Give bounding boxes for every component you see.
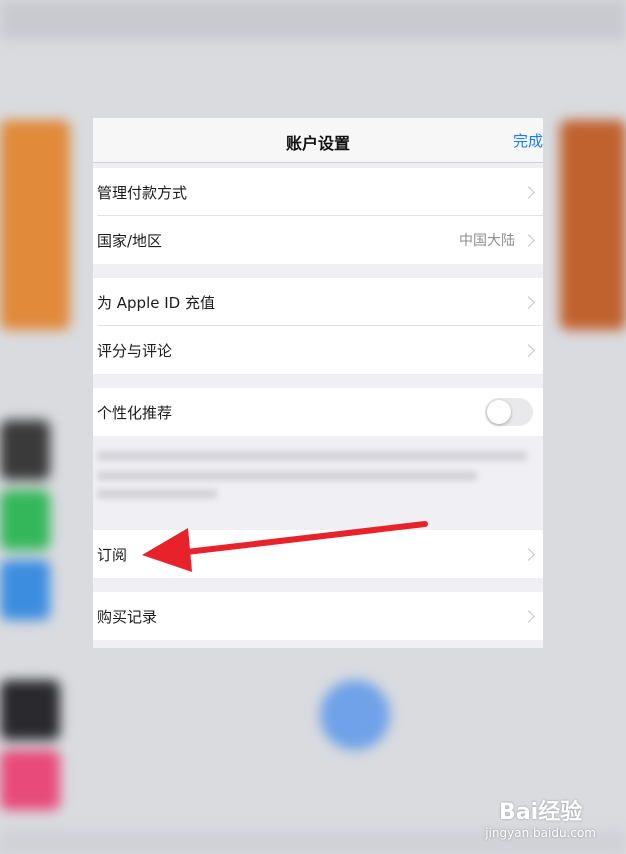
baidu-jingyan-watermark: Bai经验 jingyan.baidu.com	[485, 794, 596, 840]
row-personalized-recommendations: 个性化推荐	[93, 388, 543, 436]
row-label: 管理付款方式	[97, 183, 188, 202]
blurred-footnote	[93, 443, 543, 501]
row-subscriptions[interactable]: 订阅	[93, 530, 543, 578]
done-button[interactable]: 完成	[513, 130, 543, 151]
nav-bar: 账户设置 完成	[93, 118, 543, 163]
row-label: 国家/地区	[97, 231, 163, 250]
chevron-right-icon	[522, 343, 535, 357]
toggle-knob	[487, 400, 511, 424]
row-country-region[interactable]: 国家/地区 中国大陆	[93, 216, 543, 264]
row-label: 个性化推荐	[97, 403, 173, 422]
chevron-right-icon	[522, 609, 535, 623]
row-label: 订阅	[97, 545, 128, 564]
row-label: 评分与评论	[97, 341, 173, 360]
row-label: 为 Apple ID 充值	[97, 293, 215, 312]
row-apple-id-topup[interactable]: 为 Apple ID 充值	[93, 278, 543, 326]
chevron-right-icon	[522, 547, 535, 561]
row-ratings-reviews[interactable]: 评分与评论	[93, 326, 543, 374]
row-label: 购买记录	[97, 607, 158, 626]
watermark-site: jingyan.baidu.com	[485, 826, 596, 840]
account-settings-sheet: 账户设置 完成 管理付款方式 国家/地区 中国大陆 为 Apple ID 充值 …	[93, 118, 543, 648]
page-title: 账户设置	[285, 134, 350, 153]
row-payment-methods[interactable]: 管理付款方式	[93, 168, 543, 216]
chevron-right-icon	[522, 233, 535, 247]
chevron-right-icon	[522, 295, 535, 309]
row-value: 中国大陆	[459, 233, 515, 249]
chevron-right-icon	[522, 185, 535, 199]
recommendations-toggle[interactable]	[485, 398, 533, 426]
row-purchase-history[interactable]: 购买记录	[93, 592, 543, 640]
watermark-brand: Bai经验	[499, 800, 583, 825]
